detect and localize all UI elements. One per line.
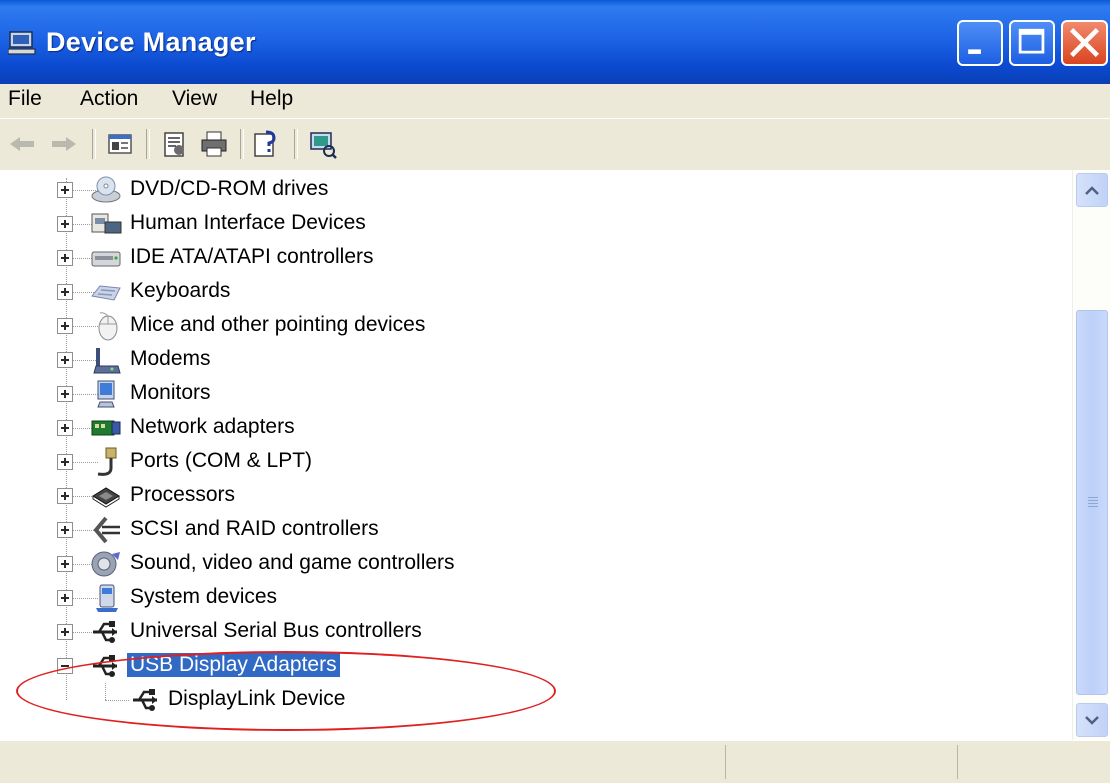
title-bar: Device Manager bbox=[0, 0, 1110, 84]
minimize-button[interactable] bbox=[957, 20, 1003, 66]
keyboard-icon bbox=[91, 285, 121, 301]
expand-icon[interactable] bbox=[57, 590, 73, 606]
menu-bar: File Action View Help bbox=[0, 84, 1110, 118]
menu-action[interactable]: Action bbox=[80, 87, 138, 111]
close-button[interactable] bbox=[1061, 20, 1108, 66]
tree-item-ide-ata-atapi-controllers[interactable]: IDE ATA/ATAPI controllers bbox=[0, 241, 1070, 275]
usb-icon bbox=[93, 621, 117, 643]
toolbar-separator bbox=[294, 129, 298, 159]
tree-item-sound-video-game[interactable]: Sound, video and game controllers bbox=[0, 547, 1070, 581]
expand-icon[interactable] bbox=[57, 250, 73, 266]
expand-icon[interactable] bbox=[57, 318, 73, 334]
toolbar bbox=[0, 118, 1110, 169]
tree-item-monitors[interactable]: Monitors bbox=[0, 377, 1070, 411]
expand-icon[interactable] bbox=[57, 352, 73, 368]
network-adapter-icon bbox=[91, 420, 121, 436]
vertical-scrollbar[interactable] bbox=[1072, 170, 1110, 740]
expand-icon[interactable] bbox=[57, 386, 73, 402]
monitor-icon bbox=[97, 380, 115, 408]
dvd-drive-icon bbox=[91, 176, 121, 203]
status-pane-secondary bbox=[725, 745, 958, 779]
ide-controller-icon bbox=[91, 251, 121, 267]
expand-icon[interactable] bbox=[57, 420, 73, 436]
tree-item-scsi-raid-controllers[interactable]: SCSI and RAID controllers bbox=[0, 513, 1070, 547]
tree-item-keyboards[interactable]: Keyboards bbox=[0, 275, 1070, 309]
mouse-icon bbox=[98, 312, 118, 341]
sound-icon bbox=[91, 551, 120, 577]
menu-view[interactable]: View bbox=[172, 87, 217, 111]
status-pane-tertiary bbox=[957, 745, 1108, 779]
tree-item-system-devices[interactable]: System devices bbox=[0, 581, 1070, 615]
chevron-up-icon bbox=[1085, 186, 1099, 195]
maximize-icon bbox=[1018, 28, 1045, 54]
menu-help[interactable]: Help bbox=[250, 87, 293, 111]
expand-icon[interactable] bbox=[57, 624, 73, 640]
expand-icon[interactable] bbox=[57, 488, 73, 504]
scsi-icon bbox=[93, 516, 120, 544]
port-icon bbox=[97, 447, 117, 476]
toolbar-separator bbox=[92, 129, 96, 159]
scroll-down-button[interactable] bbox=[1076, 703, 1108, 737]
modem-icon bbox=[93, 348, 121, 374]
tree-item-dvd-cd-rom-drives[interactable]: DVD/CD-ROM drives bbox=[0, 173, 1070, 207]
maximize-button[interactable] bbox=[1009, 20, 1055, 66]
back-icon[interactable] bbox=[6, 128, 38, 160]
system-icon bbox=[96, 584, 118, 612]
tree-item-network-adapters[interactable]: Network adapters bbox=[0, 411, 1070, 445]
highlight-annotation bbox=[16, 651, 556, 731]
scan-hardware-icon[interactable] bbox=[306, 128, 338, 160]
forward-icon[interactable] bbox=[48, 128, 80, 160]
scroll-up-button[interactable] bbox=[1076, 173, 1108, 207]
close-icon bbox=[1069, 28, 1100, 58]
help-icon[interactable] bbox=[250, 128, 282, 160]
properties-view-icon[interactable] bbox=[104, 128, 136, 160]
status-pane-main bbox=[0, 745, 725, 779]
properties-icon[interactable] bbox=[158, 128, 190, 160]
expand-icon[interactable] bbox=[57, 522, 73, 538]
scroll-thumb[interactable] bbox=[1076, 310, 1108, 695]
tree-item-ports[interactable]: Ports (COM & LPT) bbox=[0, 445, 1070, 479]
tree-item-modems[interactable]: Modems bbox=[0, 343, 1070, 377]
print-icon[interactable] bbox=[198, 128, 230, 160]
expand-icon[interactable] bbox=[57, 216, 73, 232]
window-title: Device Manager bbox=[46, 27, 256, 57]
expand-icon[interactable] bbox=[57, 182, 73, 198]
status-bar bbox=[0, 740, 1110, 783]
hid-icon bbox=[91, 213, 122, 234]
menu-file[interactable]: File bbox=[8, 87, 42, 111]
tree-item-processors[interactable]: Processors bbox=[0, 479, 1070, 513]
tree-item-human-interface-devices[interactable]: Human Interface Devices bbox=[0, 207, 1070, 241]
chevron-down-icon bbox=[1085, 716, 1099, 725]
minimize-icon bbox=[968, 49, 981, 54]
expand-icon[interactable] bbox=[57, 556, 73, 572]
tree-item-mice[interactable]: Mice and other pointing devices bbox=[0, 309, 1070, 343]
computer-icon bbox=[8, 31, 36, 55]
expand-icon[interactable] bbox=[57, 454, 73, 470]
toolbar-separator bbox=[240, 129, 244, 159]
processor-icon bbox=[92, 487, 120, 508]
toolbar-separator bbox=[146, 129, 150, 159]
tree-item-usb-controllers[interactable]: Universal Serial Bus controllers bbox=[0, 615, 1070, 649]
expand-icon[interactable] bbox=[57, 284, 73, 300]
